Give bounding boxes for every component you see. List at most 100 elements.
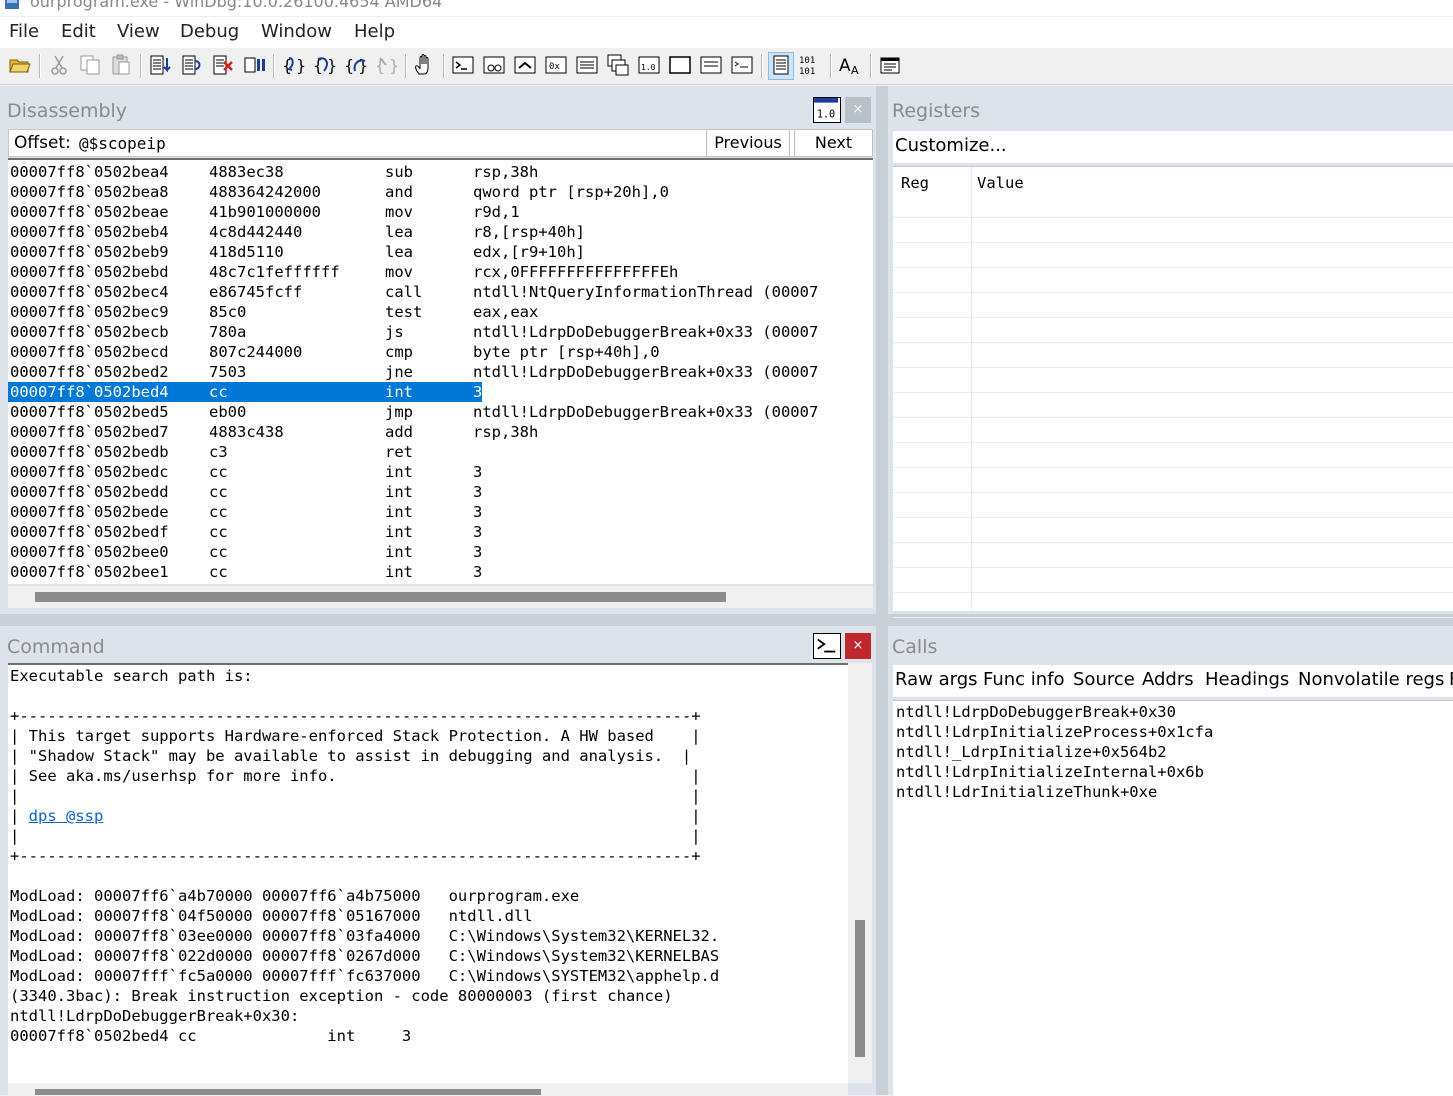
step-out-icon[interactable]: {} <box>343 53 367 77</box>
call-frame[interactable]: ntdll!LdrpInitializeProcess+0x1cfa <box>896 722 1213 742</box>
value-column-header[interactable]: Value <box>977 173 1024 193</box>
instruction-addr: 00007ff8`0502becd <box>10 343 169 361</box>
disassembly-line[interactable]: 00007ff8`0502bedf cc int 3 <box>10 522 873 542</box>
call-stack-icon[interactable] <box>606 53 630 77</box>
disassembly-line[interactable]: 00007ff8`0502bec4 e86745fcff call ntdll!NtQ… <box>10 282 873 302</box>
scrollbar-thumb[interactable] <box>855 920 865 1057</box>
step-over-icon[interactable]: {} <box>312 53 336 77</box>
next-button[interactable]: Next <box>794 129 873 157</box>
menu-debug[interactable]: Debug <box>180 21 239 42</box>
tab-frame-nums[interactable]: F <box>1449 669 1453 690</box>
call-frame[interactable]: ntdll!LdrpInitializeInternal+0x6b <box>896 762 1204 782</box>
previous-button[interactable]: Previous <box>706 129 790 157</box>
disassembly-line[interactable]: 00007ff8`0502bede cc int 3 <box>10 502 873 522</box>
call-stack-list[interactable]: ntdll!LdrpDoDebuggerBreak+0x30 ntdll!Ldrp… <box>893 700 1453 1096</box>
call-frame[interactable]: ntdll!LdrpDoDebuggerBreak+0x30 <box>896 702 1176 722</box>
svg-text:A: A <box>839 56 851 76</box>
command-output-line: +---------------------------------------… <box>10 847 701 865</box>
close-icon[interactable]: × <box>845 633 871 659</box>
disassembly-line-current[interactable]: 00007ff8`0502bed4 cc int 3 <box>10 382 873 402</box>
reg-column-header[interactable]: Reg <box>901 173 929 193</box>
stop-debugging-icon[interactable] <box>211 53 235 77</box>
font-icon[interactable]: AA <box>839 53 863 77</box>
instruction-bytes: cc <box>209 543 228 561</box>
memory-window-icon[interactable] <box>575 53 599 77</box>
command-browser-icon[interactable] <box>730 53 754 77</box>
disassembly-line[interactable]: 00007ff8`0502becd 807c244000 cmp byte ptr [… <box>10 342 873 362</box>
instruction-addr: 00007ff8`0502beb4 <box>10 223 169 241</box>
command-vscrollbar[interactable] <box>848 663 872 1083</box>
cut-icon[interactable] <box>47 53 71 77</box>
toolbar-separator <box>140 54 142 78</box>
disassembly-line[interactable]: 00007ff8`0502bea8 488364242000 and qword pt… <box>10 182 873 202</box>
menu-help[interactable]: Help <box>354 21 395 42</box>
dps-ssp-link[interactable]: dps @ssp <box>29 807 104 825</box>
customize-button[interactable]: Customize... <box>895 135 1007 156</box>
disassembly-line[interactable]: 00007ff8`0502becb 780a js ntdll!LdrpDoDebug… <box>10 322 873 342</box>
command-hscrollbar[interactable] <box>8 1083 848 1095</box>
menu-window[interactable]: Window <box>261 21 332 42</box>
disassembly-list[interactable]: 00007ff8`0502bea4 4883ec38 sub rsp,38h 00007… <box>8 158 873 584</box>
run-to-cursor-icon[interactable]: {} <box>374 53 398 77</box>
menu-view[interactable]: View <box>117 21 160 42</box>
disassembly-hscrollbar[interactable] <box>8 586 873 608</box>
disassembly-line[interactable]: 00007ff8`0502bedd cc int 3 <box>10 482 873 502</box>
vertical-splitter[interactable] <box>876 86 888 1095</box>
disassembly-line[interactable]: 00007ff8`0502bee1 cc int 3 <box>10 562 873 582</box>
disassembly-line[interactable]: 00007ff8`0502bebd 48c7c1feffffff mov rcx,0F… <box>10 262 873 282</box>
disassembly-line[interactable]: 00007ff8`0502bedc cc int 3 <box>10 462 873 482</box>
source-mode-icon[interactable] <box>768 52 794 80</box>
locals-window-icon[interactable] <box>513 53 537 77</box>
step-into-icon[interactable]: {} <box>281 53 305 77</box>
offset-label: Offset: <box>14 133 71 153</box>
disassembly-line[interactable]: 00007ff8`0502bed7 4883c438 add rsp,38h <box>10 422 873 442</box>
open-folder-icon[interactable] <box>8 53 32 77</box>
instruction-addr: 00007ff8`0502bea8 <box>10 183 169 201</box>
tab-headings[interactable]: Headings <box>1205 669 1289 690</box>
disassembly-line[interactable]: 00007ff8`0502bec9 85c0 test eax,eax <box>10 302 873 322</box>
tab-addrs[interactable]: Addrs <box>1142 669 1194 690</box>
disassembly-line[interactable]: 00007ff8`0502bedb c3 ret <box>10 442 873 462</box>
close-icon[interactable]: × <box>845 97 871 123</box>
step-over-source-icon[interactable] <box>180 53 204 77</box>
instruction-op: int <box>385 463 413 481</box>
processes-threads-icon[interactable] <box>699 53 723 77</box>
tab-raw-args[interactable]: Raw args <box>895 669 978 690</box>
instruction-args: rsp,38h <box>473 163 539 181</box>
hex-display-icon[interactable]: 101 101 <box>799 53 823 77</box>
scratch-pad-icon[interactable] <box>668 53 692 77</box>
disassembly-window-icon[interactable]: 1.0 <box>637 53 661 77</box>
offset-input[interactable] <box>75 131 714 155</box>
scrollbar-thumb[interactable] <box>35 592 726 602</box>
disassembly-line[interactable]: 00007ff8`0502beae 41b901000000 mov r9d,1 <box>10 202 873 222</box>
horizontal-splitter-right[interactable] <box>886 614 1453 626</box>
copy-icon[interactable] <box>78 53 102 77</box>
instruction-op: int <box>385 483 413 501</box>
call-frame[interactable]: ntdll!LdrInitializeThunk+0xe <box>896 782 1157 802</box>
disassembly-line[interactable]: 00007ff8`0502bed5 eb00 jmp ntdll!LdrpDoDebu… <box>10 402 873 422</box>
call-frame[interactable]: ntdll!_LdrpInitialize+0x564b2 <box>896 742 1167 762</box>
options-icon[interactable] <box>878 53 902 77</box>
hand-icon[interactable] <box>412 53 436 77</box>
menu-file[interactable]: File <box>9 21 39 42</box>
watch-window-icon[interactable] <box>482 53 506 77</box>
scrollbar-thumb[interactable] <box>35 1089 541 1095</box>
disassembly-line[interactable]: 00007ff8`0502bee0 cc int 3 <box>10 542 873 562</box>
tab-func-info[interactable]: Func info <box>983 669 1065 690</box>
horizontal-splitter-left[interactable] <box>0 614 882 626</box>
step-into-source-icon[interactable] <box>148 53 172 77</box>
menu-bar: File Edit View Debug Window Help <box>0 17 1453 48</box>
menu-edit[interactable]: Edit <box>61 21 96 42</box>
command-output[interactable]: Executable search path is: +-------------… <box>8 663 848 1083</box>
instruction-addr: 00007ff8`0502bedb <box>10 443 169 461</box>
paste-icon[interactable] <box>109 53 133 77</box>
disassembly-line[interactable]: 00007ff8`0502bed2 7503 jne ntdll!LdrpDoDebu… <box>10 362 873 382</box>
command-window-icon[interactable] <box>451 53 475 77</box>
disassembly-line[interactable]: 00007ff8`0502bea4 4883ec38 sub rsp,38h <box>10 162 873 182</box>
disassembly-line[interactable]: 00007ff8`0502beb9 418d5110 lea edx,[r9+10h] <box>10 242 873 262</box>
registers-window-icon[interactable]: 0x <box>544 53 568 77</box>
tab-source[interactable]: Source <box>1073 669 1135 690</box>
disassembly-line[interactable]: 00007ff8`0502beb4 4c8d442440 lea r8,[rsp+40… <box>10 222 873 242</box>
tab-nonvolatile-regs[interactable]: Nonvolatile regs <box>1298 669 1444 690</box>
break-icon[interactable] <box>242 53 266 77</box>
